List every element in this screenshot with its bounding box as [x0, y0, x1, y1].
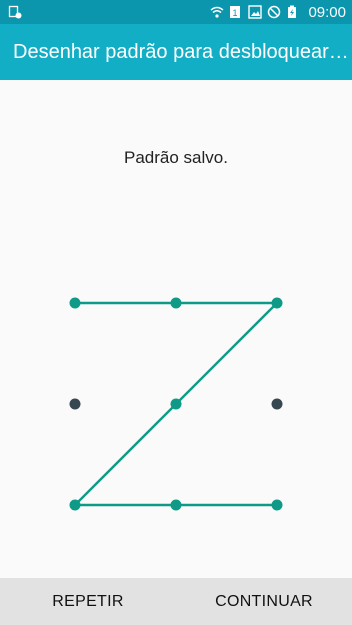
svg-text:1: 1 [233, 8, 238, 18]
page-title: Desenhar padrão para desbloquear a... [13, 40, 349, 63]
bottom-bar: REPETIR CONTINUAR [0, 578, 352, 625]
continue-button[interactable]: CONTINUAR [176, 578, 352, 625]
repeat-button[interactable]: REPETIR [0, 578, 176, 625]
status-message: Padrão salvo. [124, 148, 228, 167]
pattern-dot-2[interactable] [170, 297, 182, 309]
pattern-dot-5[interactable] [170, 398, 182, 410]
sim-1-icon: 1 [229, 5, 243, 19]
wifi-icon [210, 5, 224, 19]
pattern-dot-1[interactable] [69, 297, 81, 309]
pattern-dot-6[interactable] [271, 398, 283, 410]
pattern-dot-8[interactable] [170, 499, 182, 511]
do-not-disturb-icon [267, 5, 281, 19]
pattern-dot-4[interactable] [69, 398, 81, 410]
pattern-dot-7[interactable] [69, 499, 81, 511]
pattern-dot-9[interactable] [271, 499, 283, 511]
image-icon [248, 5, 263, 19]
status-bar: 1 09:00 [0, 0, 352, 24]
battery-charging-icon [286, 5, 300, 19]
pattern-dot-3[interactable] [271, 297, 283, 309]
notification-icon [8, 5, 22, 19]
pattern-line [175, 302, 278, 405]
status-time: 09:00 [308, 3, 346, 21]
pattern-line [74, 403, 177, 506]
pattern-lock-grid[interactable] [0, 250, 352, 560]
app-bar: Desenhar padrão para desbloquear a... [0, 24, 352, 80]
